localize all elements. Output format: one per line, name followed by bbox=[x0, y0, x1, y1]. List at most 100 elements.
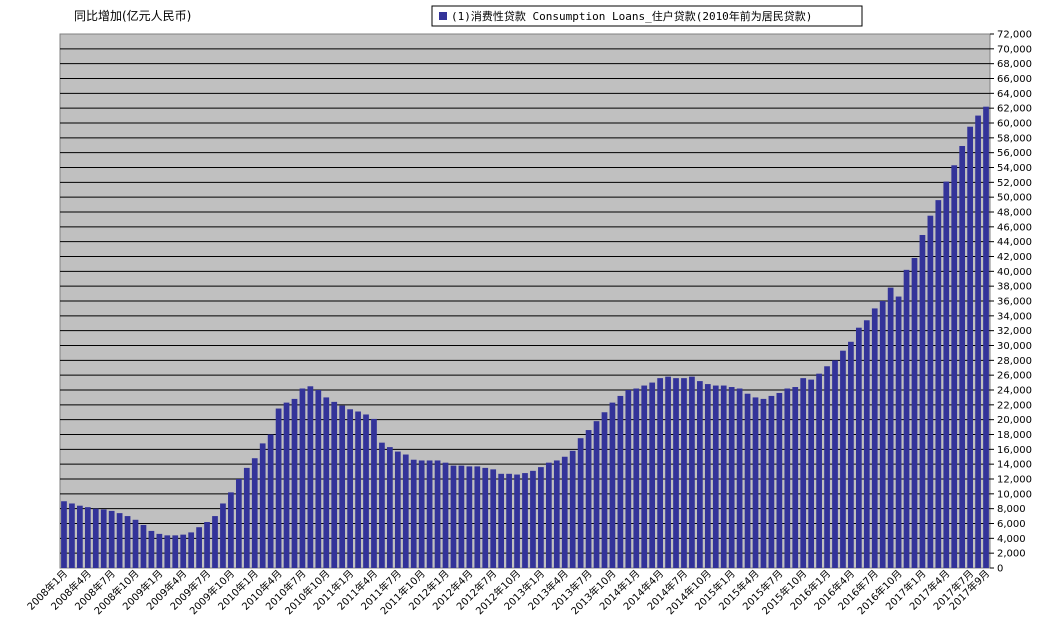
y-tick-label: 56,000 bbox=[997, 148, 1032, 159]
bar bbox=[363, 414, 369, 568]
bar bbox=[609, 402, 616, 568]
bar bbox=[164, 535, 171, 568]
bar bbox=[172, 535, 179, 568]
bar bbox=[712, 385, 719, 568]
bar bbox=[577, 438, 584, 568]
bar bbox=[649, 382, 656, 568]
y-tick-label: 54,000 bbox=[997, 163, 1032, 174]
bar bbox=[323, 397, 330, 568]
bar bbox=[124, 516, 131, 568]
y-tick-label: 22,000 bbox=[997, 400, 1032, 411]
y-tick-label: 48,000 bbox=[997, 208, 1032, 219]
bar bbox=[514, 474, 520, 568]
y-tick-label: 36,000 bbox=[997, 297, 1032, 308]
bar bbox=[394, 451, 401, 568]
bar bbox=[116, 513, 123, 568]
bar bbox=[291, 398, 298, 568]
bar bbox=[935, 200, 942, 568]
bar bbox=[132, 519, 139, 568]
y-tick-label: 64,000 bbox=[997, 89, 1032, 100]
y-tick-label: 8,000 bbox=[997, 504, 1026, 515]
bar bbox=[863, 320, 870, 568]
bar bbox=[220, 503, 226, 568]
y-tick-label: 46,000 bbox=[997, 222, 1032, 233]
y-tick-label: 28,000 bbox=[997, 356, 1032, 367]
bar bbox=[196, 527, 202, 568]
bar bbox=[450, 465, 457, 568]
y-tick-label: 72,000 bbox=[997, 30, 1032, 41]
bar bbox=[482, 467, 489, 569]
bar bbox=[553, 460, 560, 568]
bar bbox=[418, 460, 425, 568]
bar bbox=[315, 390, 322, 568]
y-tick-label: 44,000 bbox=[997, 237, 1032, 248]
bar bbox=[800, 378, 807, 568]
bar bbox=[887, 287, 894, 568]
bar bbox=[530, 470, 536, 568]
y-tick-label: 40,000 bbox=[997, 267, 1032, 278]
bar bbox=[228, 492, 234, 568]
bar bbox=[426, 460, 433, 568]
bar bbox=[69, 503, 75, 568]
y-tick-label: 52,000 bbox=[997, 178, 1032, 189]
bar bbox=[267, 434, 274, 568]
y-tick-label: 62,000 bbox=[997, 104, 1032, 115]
bar bbox=[379, 442, 385, 568]
bar bbox=[879, 301, 886, 568]
y-tick-label: 32,000 bbox=[997, 326, 1032, 337]
bar-chart: 0 2,000 4,000 6,000 8,000 10,000 12,000 14,000 1… bbox=[24, 5, 1032, 617]
bar bbox=[307, 386, 314, 568]
bar bbox=[641, 385, 648, 568]
bar bbox=[744, 393, 751, 568]
bar bbox=[506, 473, 512, 568]
bar bbox=[633, 388, 640, 568]
y-tick-label: 12,000 bbox=[997, 475, 1032, 486]
y-tick-label: 20,000 bbox=[997, 415, 1032, 426]
y-tick-label: 34,000 bbox=[997, 311, 1032, 322]
bar bbox=[545, 462, 552, 568]
bar bbox=[410, 459, 417, 568]
bar bbox=[808, 379, 815, 568]
bar bbox=[148, 530, 155, 568]
y-axis-label: 同比增加(亿元人民币) bbox=[74, 8, 191, 23]
y-tick-label: 4,000 bbox=[997, 534, 1026, 545]
y-tick-label: 10,000 bbox=[997, 489, 1032, 500]
bar bbox=[442, 462, 449, 568]
y-tick-label: 58,000 bbox=[997, 133, 1032, 144]
bar bbox=[538, 467, 544, 568]
bar bbox=[752, 397, 759, 568]
bar bbox=[434, 460, 441, 568]
bar bbox=[736, 388, 743, 568]
bar bbox=[943, 181, 950, 568]
bar bbox=[593, 421, 600, 568]
bar bbox=[77, 505, 83, 568]
legend: (1)消费性贷款 Consumption Loans_住户贷款(2010年前为居… bbox=[431, 5, 863, 27]
bar bbox=[848, 341, 854, 568]
y-tick-label: 18,000 bbox=[997, 430, 1032, 441]
bar bbox=[299, 388, 306, 568]
bar bbox=[657, 378, 663, 568]
bar bbox=[204, 522, 210, 568]
bar bbox=[569, 450, 576, 568]
bar bbox=[673, 378, 679, 568]
bar bbox=[832, 360, 838, 568]
bar bbox=[728, 387, 735, 568]
bar bbox=[927, 215, 934, 568]
bar bbox=[704, 384, 711, 568]
bar bbox=[522, 473, 528, 568]
y-axis-ticks: 0 2,000 4,000 6,000 8,000 10,000 12,000 14,000 1… bbox=[990, 30, 1032, 575]
chart-root: 0 2,000 4,000 6,000 8,000 10,000 12,000 14,000 1… bbox=[0, 0, 1057, 643]
bar bbox=[871, 308, 878, 568]
y-tick-label: 60,000 bbox=[997, 119, 1032, 130]
bar bbox=[919, 234, 926, 569]
bar bbox=[816, 373, 822, 568]
bar bbox=[776, 392, 783, 568]
legend-swatch bbox=[439, 12, 447, 20]
bar bbox=[212, 516, 218, 568]
bar bbox=[100, 509, 107, 568]
bar bbox=[259, 443, 266, 568]
y-tick-label: 66,000 bbox=[997, 74, 1032, 85]
bar bbox=[108, 510, 115, 568]
y-tick-label: 70,000 bbox=[997, 44, 1032, 55]
bar bbox=[720, 385, 727, 568]
